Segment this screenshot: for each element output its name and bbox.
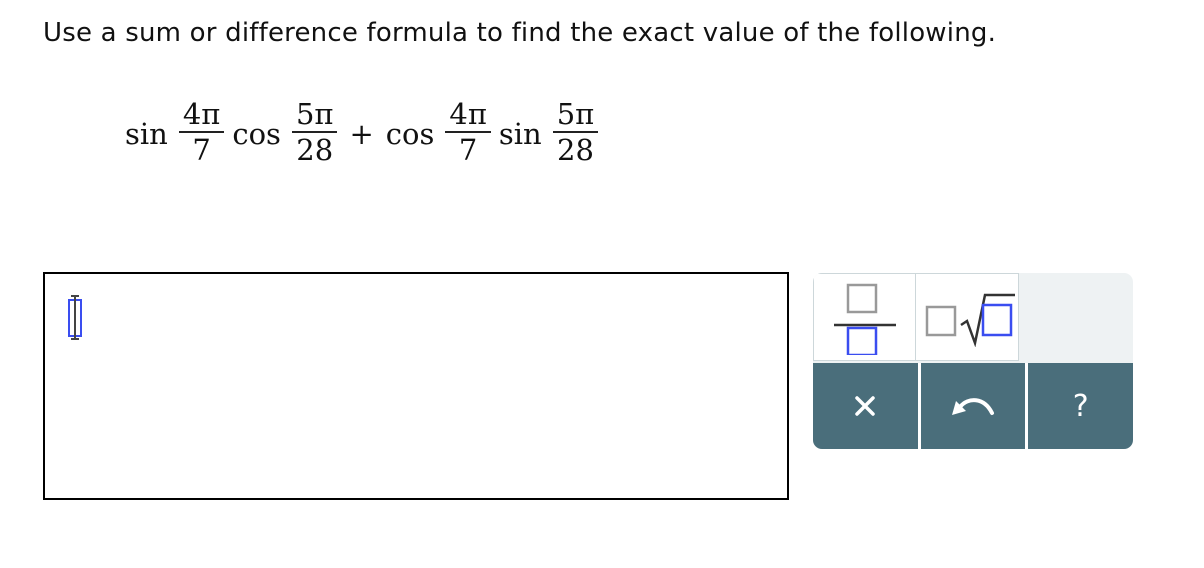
- numerator: 5π: [556, 96, 595, 131]
- denominator: 7: [458, 133, 478, 167]
- template-keys-row: [813, 273, 1133, 363]
- fraction-template-icon: [833, 283, 896, 355]
- fraction: 4π 7: [445, 96, 491, 167]
- fraction: 5π 28: [291, 96, 338, 167]
- numerator: 4π: [182, 96, 221, 131]
- close-icon: [855, 396, 876, 416]
- function-sin: sin: [125, 116, 168, 151]
- plus-operator: +: [349, 117, 374, 151]
- action-buttons-row: ?: [813, 363, 1133, 449]
- fraction: 4π 7: [178, 96, 225, 167]
- fraction: 5π 28: [552, 96, 599, 167]
- denominator: 28: [296, 133, 334, 167]
- help-icon: ?: [1072, 388, 1089, 424]
- numerator: 4π: [449, 96, 487, 131]
- math-palette: ?: [813, 273, 1133, 449]
- radical-button[interactable]: [916, 273, 1019, 361]
- clear-button[interactable]: [813, 363, 918, 449]
- answer-input[interactable]: [43, 272, 789, 500]
- undo-icon: [952, 398, 994, 415]
- radical-template-icon: [925, 293, 1015, 347]
- function-cos: cos: [232, 116, 281, 151]
- help-button[interactable]: ?: [1025, 363, 1133, 449]
- denominator: 28: [557, 133, 594, 167]
- question-prompt: Use a sum or difference formula to find …: [43, 18, 997, 48]
- fraction-button[interactable]: [813, 273, 916, 361]
- input-cursor-placeholder-icon[interactable]: [66, 294, 84, 340]
- numerator: 5π: [295, 96, 334, 131]
- undo-button[interactable]: [917, 363, 1026, 449]
- denominator: 7: [192, 133, 211, 167]
- function-sin: sin: [498, 116, 542, 151]
- math-expression: sin 4π 7 cos 5π 28 + cos 4π 7 sin 5π 28: [125, 84, 606, 180]
- palette-empty-slot: [1019, 273, 1133, 363]
- function-cos: cos: [385, 116, 435, 151]
